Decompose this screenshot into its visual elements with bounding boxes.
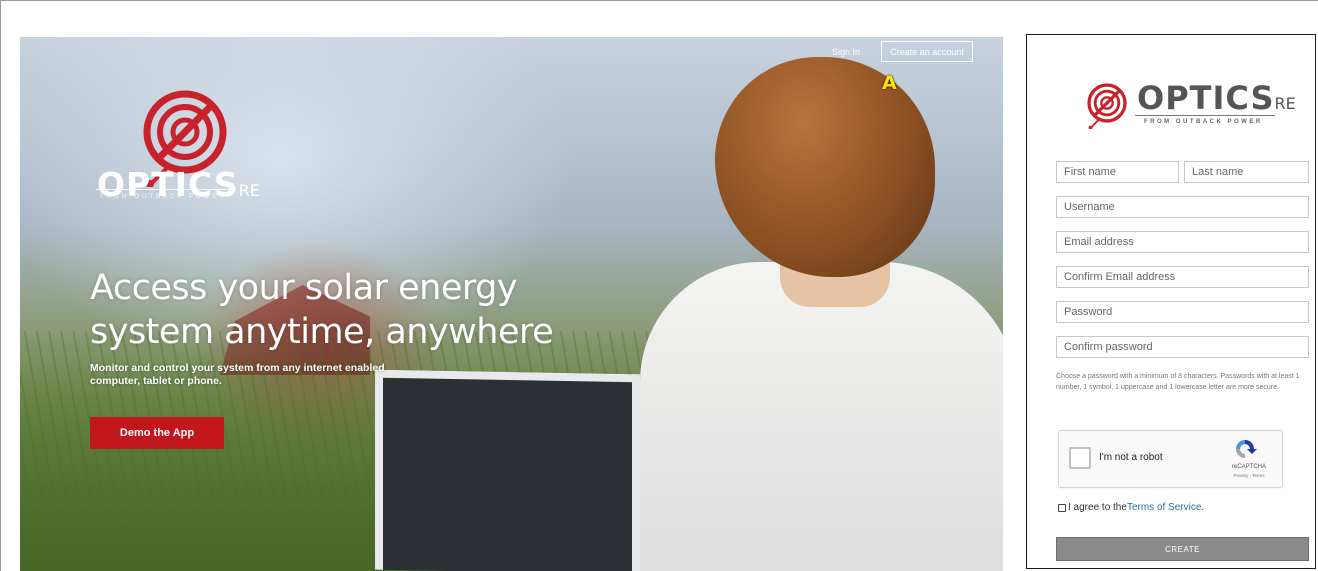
- hero-section: OPTICSRE FROM OUTBACK POWER Access your …: [20, 37, 1003, 571]
- username-input[interactable]: [1056, 196, 1309, 218]
- confirm-password-input[interactable]: [1056, 336, 1309, 358]
- terms-row: I agree to the Terms of Service .: [1058, 502, 1204, 513]
- form-brand-divider: [1135, 115, 1275, 116]
- screenshot-frame-left: [0, 0, 1, 571]
- screenshot-frame-top: [0, 0, 1318, 1]
- recaptcha-widget: I'm not a robot reCAPTCHA Privacy - Term…: [1058, 430, 1283, 488]
- password-input[interactable]: [1056, 301, 1309, 323]
- hero-brand-divider: [96, 189, 236, 190]
- recaptcha-links[interactable]: Privacy - Terms: [1219, 473, 1279, 478]
- sign-in-link[interactable]: Sign In: [832, 47, 860, 57]
- hero-photo-laptop: [375, 369, 640, 571]
- demo-app-button[interactable]: Demo the App: [90, 417, 224, 449]
- terms-suffix: .: [1201, 502, 1205, 513]
- create-button[interactable]: CREATE: [1056, 537, 1309, 561]
- create-account-button[interactable]: Create an account: [881, 41, 973, 62]
- first-name-input[interactable]: [1056, 161, 1179, 183]
- recaptcha-brand: reCAPTCHA: [1231, 464, 1266, 470]
- password-hint: Choose a password with a minimum of 8 ch…: [1056, 373, 1300, 391]
- optics-logo-icon: [1087, 83, 1127, 129]
- form-brand-name: OPTICSRE: [1137, 79, 1296, 117]
- registration-form-panel: OPTICSRE FROM OUTBACK POWER Choose a pas…: [1026, 34, 1316, 569]
- hero-headline: Access your solar energy system anytime,…: [90, 268, 554, 352]
- recaptcha-label: I'm not a robot: [1099, 452, 1163, 463]
- form-brand-sub: FROM OUTBACK POWER: [1144, 119, 1263, 125]
- hero-description: Monitor and control your system from any…: [90, 362, 385, 387]
- annotation-marker-a: A: [882, 72, 897, 94]
- email-input[interactable]: [1056, 231, 1309, 253]
- terms-checkbox[interactable]: [1058, 503, 1066, 512]
- recaptcha-logo-icon: [1236, 440, 1257, 458]
- terms-of-service-link[interactable]: Terms of Service: [1127, 502, 1201, 513]
- recaptcha-checkbox[interactable]: [1069, 447, 1091, 469]
- hero-photo-child: [620, 57, 1003, 571]
- last-name-input[interactable]: [1184, 161, 1309, 183]
- confirm-email-input[interactable]: [1056, 266, 1309, 288]
- hero-photo-shirt: [640, 262, 1003, 571]
- hero-photo-hair: [715, 57, 935, 277]
- terms-prefix: I agree to the: [1068, 502, 1127, 513]
- hero-brand-sub: FROM OUTBACK POWER: [100, 194, 227, 200]
